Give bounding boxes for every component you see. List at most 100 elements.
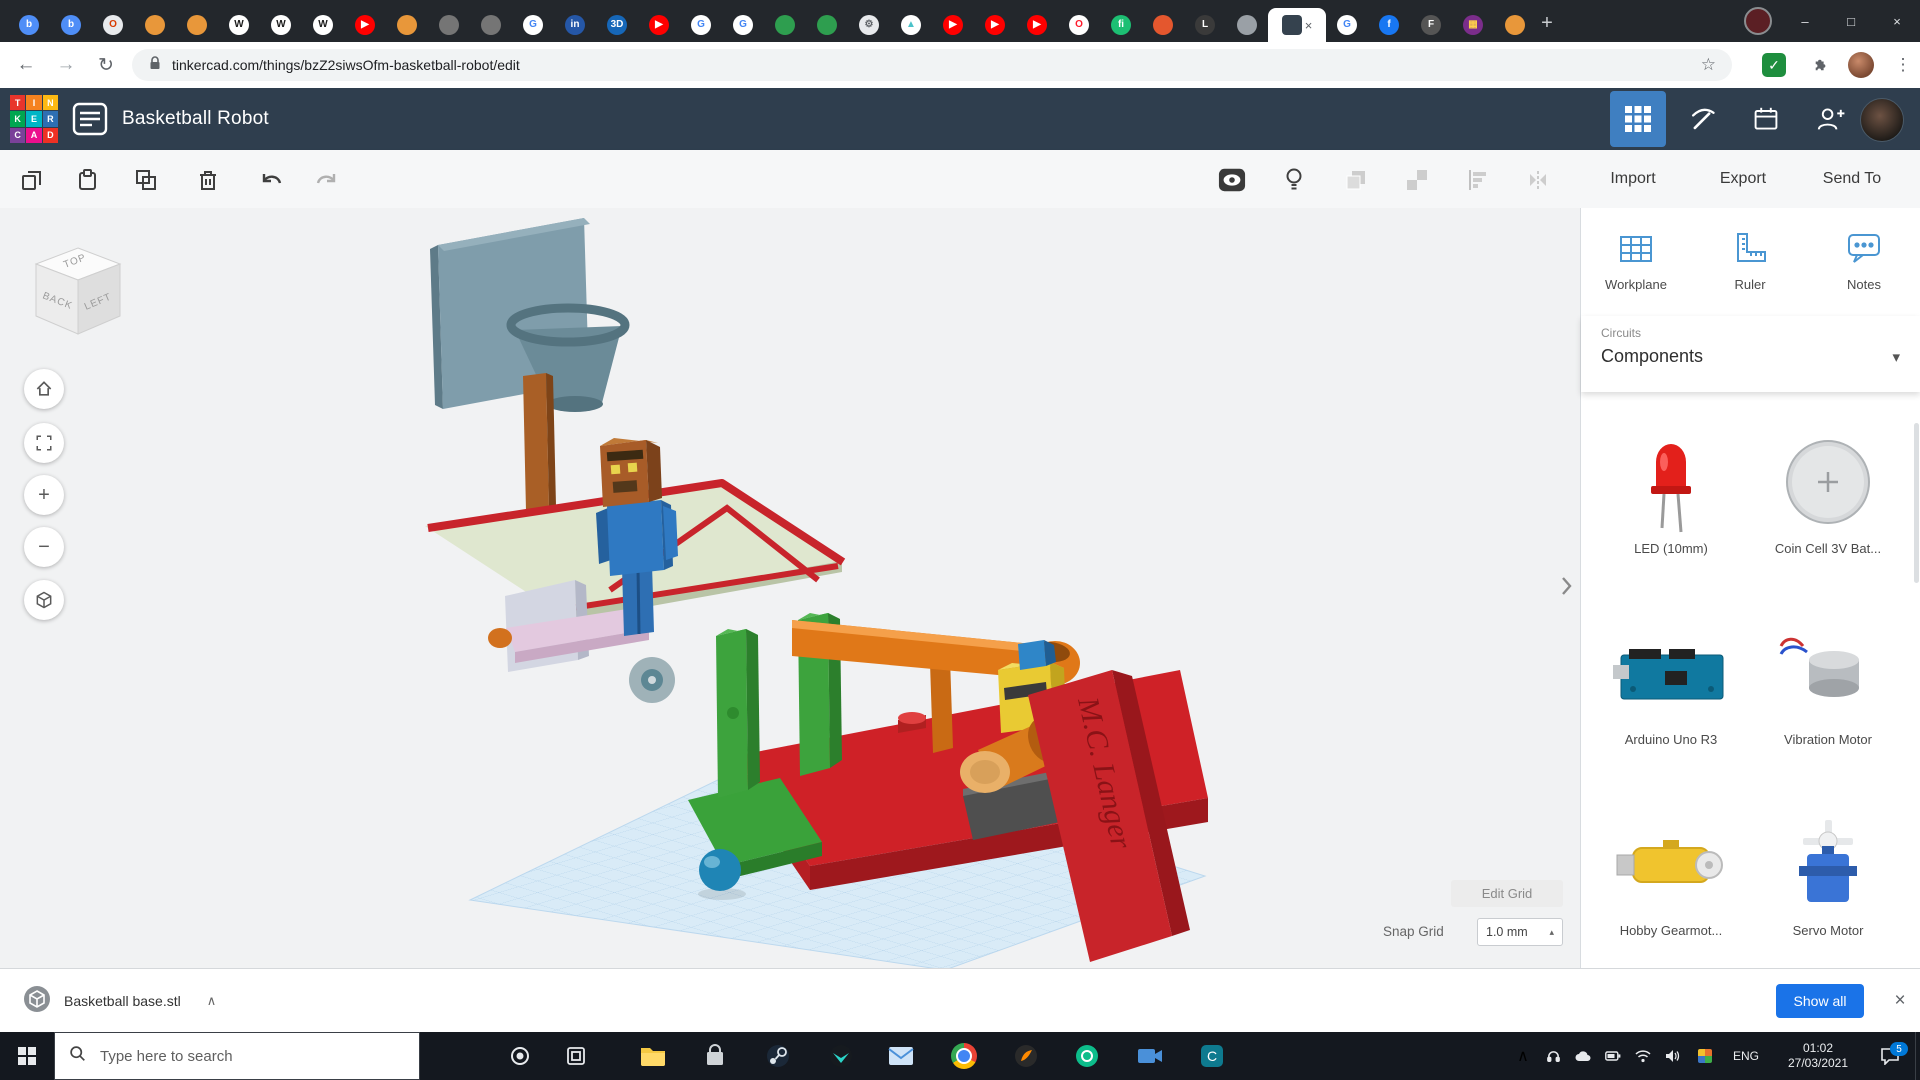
browser-tab[interactable]: F [1410, 8, 1452, 42]
panel-collapse-handle[interactable] [1556, 566, 1576, 606]
component-coin-cell[interactable]: Coin Cell 3V Bat... [1752, 423, 1904, 556]
element-icon[interactable] [1063, 1032, 1111, 1080]
tinker-pickaxe-icon[interactable] [1684, 101, 1720, 137]
action-center-icon[interactable]: 5 [1868, 1032, 1912, 1080]
battery-icon[interactable] [1600, 1032, 1626, 1080]
panel-scrollbar[interactable] [1914, 423, 1919, 583]
browser-tab[interactable]: ▶ [344, 8, 386, 42]
browser-tab[interactable] [134, 8, 176, 42]
omnibox[interactable]: tinkercad.com/things/bzZ2siwsOfm-basketb… [132, 49, 1732, 81]
chrome-icon[interactable] [940, 1032, 988, 1080]
browser-tab[interactable]: ⚙ [848, 8, 890, 42]
browser-menu-icon[interactable]: ⋮ [1890, 42, 1916, 88]
browser-tab[interactable]: W [302, 8, 344, 42]
taskbar-clock[interactable]: 01:02 27/03/2021 [1778, 1032, 1858, 1080]
download-caret-icon[interactable]: ∧ [207, 993, 217, 1009]
gpu-app-icon[interactable] [1692, 1032, 1718, 1080]
ruler-tool[interactable]: Ruler [1698, 230, 1802, 292]
user-avatar[interactable] [1860, 98, 1904, 142]
design-properties-icon[interactable] [72, 102, 108, 141]
browser-tab[interactable]: ▶ [638, 8, 680, 42]
browser-tab[interactable]: b [50, 8, 92, 42]
store-icon[interactable] [691, 1032, 739, 1080]
cortana-icon[interactable] [496, 1032, 544, 1080]
browser-tab[interactable]: W [218, 8, 260, 42]
snap-grid-dropdown[interactable]: 1.0 mm ▴ [1477, 918, 1563, 946]
wifi-icon[interactable] [1630, 1032, 1656, 1080]
download-bar-close-icon[interactable]: × [1886, 981, 1914, 1021]
zoom-out-button[interactable]: − [24, 527, 64, 567]
window-maximize-button[interactable]: □ [1828, 0, 1874, 42]
new-tab-button[interactable]: + [1530, 8, 1564, 38]
back-icon[interactable]: ← [8, 42, 44, 88]
component-gearmotor[interactable]: Hobby Gearmot... [1595, 805, 1747, 938]
browser-tab[interactable]: O [1058, 8, 1100, 42]
forward-icon[interactable]: → [48, 42, 84, 88]
paste-icon[interactable] [74, 166, 102, 194]
browser-tab[interactable]: L [1184, 8, 1226, 42]
tinkercad-logo[interactable]: TINKERCAD [10, 95, 58, 143]
steam-icon[interactable] [754, 1032, 802, 1080]
language-indicator[interactable]: ENG [1726, 1032, 1766, 1080]
predator-icon[interactable] [817, 1032, 865, 1080]
camtasia-icon[interactable]: C [1188, 1032, 1236, 1080]
browser-tab[interactable]: ▦ [1452, 8, 1494, 42]
browser-tab[interactable]: in [554, 8, 596, 42]
redo-icon[interactable] [314, 166, 342, 194]
view-cube[interactable]: TOP BACK LEFT [28, 242, 128, 342]
chevron-down-icon[interactable]: ▾ [1892, 348, 1900, 366]
window-close-button[interactable]: × [1874, 0, 1920, 42]
import-button[interactable]: Import [1598, 150, 1668, 208]
browser-tab[interactable] [386, 8, 428, 42]
file-explorer-icon[interactable] [629, 1032, 677, 1080]
browser-tab[interactable] [764, 8, 806, 42]
browser-tab[interactable]: ▶ [1016, 8, 1058, 42]
active-tab[interactable]: × [1268, 8, 1326, 42]
volume-icon[interactable] [1660, 1032, 1686, 1080]
undo-icon[interactable] [256, 166, 284, 194]
browser-tab[interactable]: G [680, 8, 722, 42]
group-icon[interactable] [1342, 166, 1370, 194]
component-category-card[interactable]: Circuits Components ▾ [1581, 316, 1920, 392]
component-arduino[interactable]: Arduino Uno R3 [1595, 614, 1747, 747]
browser-tab[interactable]: W [260, 8, 302, 42]
show-desktop-button[interactable] [1915, 1032, 1920, 1080]
browser-tab[interactable]: G [1326, 8, 1368, 42]
lightbulb-icon[interactable] [1280, 166, 1308, 194]
browser-tab[interactable] [428, 8, 470, 42]
download-item[interactable]: Basketball base.stl ∧ [22, 969, 216, 1033]
3d-viewport[interactable]: M.C. Langer [0, 208, 1580, 968]
perspective-toggle-button[interactable] [24, 580, 64, 620]
headset-icon[interactable] [1540, 1032, 1566, 1080]
browser-tab[interactable]: G [512, 8, 554, 42]
edit-grid-button[interactable]: Edit Grid [1451, 880, 1563, 907]
show-all-downloads-button[interactable]: Show all [1776, 984, 1864, 1018]
bookmark-star-icon[interactable]: ☆ [1701, 55, 1716, 75]
task-view-icon[interactable] [552, 1032, 600, 1080]
send-to-button[interactable]: Send To [1812, 150, 1892, 208]
cloud-icon[interactable] [1570, 1032, 1596, 1080]
browser-status-icon[interactable] [1744, 7, 1772, 35]
align-icon[interactable] [1464, 166, 1492, 194]
browser-tab[interactable] [1226, 8, 1268, 42]
browser-tab[interactable]: ▲ [890, 8, 932, 42]
duplicate-icon[interactable] [132, 166, 160, 194]
browser-tab[interactable]: f [1368, 8, 1410, 42]
ungroup-icon[interactable] [1403, 166, 1431, 194]
workplane-tool[interactable]: Workplane [1584, 230, 1688, 292]
taskbar-search[interactable] [54, 1032, 420, 1080]
browser-profile-avatar[interactable] [1848, 52, 1874, 78]
fit-view-button[interactable] [24, 423, 64, 463]
browser-tab[interactable] [470, 8, 512, 42]
browser-tab[interactable]: fi [1100, 8, 1142, 42]
browser-tab[interactable]: O [92, 8, 134, 42]
mirror-icon[interactable] [1524, 166, 1552, 194]
browser-tab[interactable] [176, 8, 218, 42]
camera-icon[interactable] [1126, 1032, 1174, 1080]
component-vibration-motor[interactable]: Vibration Motor [1752, 614, 1904, 747]
browser-tab[interactable] [1142, 8, 1184, 42]
export-button[interactable]: Export [1708, 150, 1778, 208]
window-minimize-button[interactable]: – [1782, 0, 1828, 42]
browser-tab[interactable]: G [722, 8, 764, 42]
search-input[interactable] [98, 1047, 402, 1066]
